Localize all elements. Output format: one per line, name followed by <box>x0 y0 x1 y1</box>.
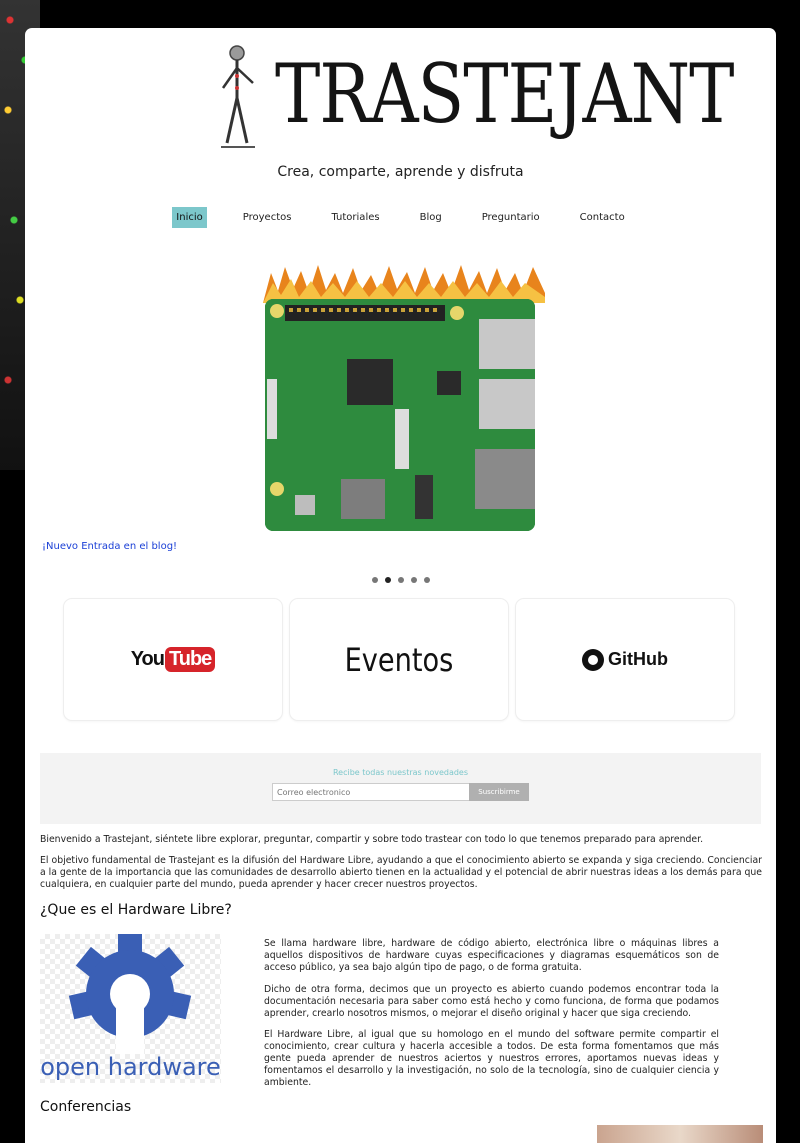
hardware-libre-heading: ¿Que es el Hardware Libre? <box>40 902 232 918</box>
robot-figure-icon <box>221 45 255 148</box>
github-label: GitHub <box>608 649 668 669</box>
nav-item-preguntario[interactable]: Preguntario <box>478 207 544 228</box>
subscribe-button[interactable]: Suscribirme <box>469 783 529 801</box>
eventos-card[interactable]: Eventos <box>289 598 509 721</box>
site-logo[interactable]: TRASTEJANT <box>215 43 734 153</box>
slider-image[interactable] <box>263 263 545 533</box>
open-hardware-logo: open hardware <box>40 934 221 1083</box>
slider-dot-2[interactable] <box>384 577 391 583</box>
slider-dot-5[interactable] <box>423 577 430 583</box>
conferencias-image[interactable] <box>597 1125 763 1143</box>
nav-item-contacto[interactable]: Contacto <box>576 207 629 228</box>
nav-item-inicio[interactable]: Inicio <box>172 207 207 228</box>
eventos-label: Eventos <box>344 640 454 679</box>
youtube-card[interactable]: You Tube <box>63 598 283 721</box>
open-hardware-text: open hardware <box>40 1053 221 1081</box>
slider-dot-1[interactable] <box>371 577 378 583</box>
youtube-logo-you: You <box>130 648 165 670</box>
hardware-paragraph-2: Dicho de otra forma, decimos que un proy… <box>264 984 719 1019</box>
hardware-paragraph-1: Se llama hardware libre, hardware de cód… <box>264 938 719 973</box>
raspberry-pi-board <box>265 299 535 531</box>
newsletter-box: Recibe todas nuestras novedades Suscribi… <box>40 753 761 824</box>
nav-item-proyectos[interactable]: Proyectos <box>239 207 296 228</box>
page-container: TRASTEJANT Crea, comparte, aprende y dis… <box>25 28 776 1143</box>
youtube-logo: You Tube <box>131 647 216 672</box>
youtube-logo-tube: Tube <box>165 647 216 672</box>
nav-item-blog[interactable]: Blog <box>416 207 446 228</box>
main-nav: Inicio Proyectos Tutoriales Blog Pregunt… <box>25 207 776 228</box>
board-graphic <box>265 299 535 531</box>
nav-item-tutoriales[interactable]: Tutoriales <box>327 207 383 228</box>
github-logo: GitHub <box>582 648 668 671</box>
github-icon <box>582 648 604 671</box>
github-card[interactable]: GitHub <box>515 598 735 721</box>
slider-dots <box>25 577 776 583</box>
conferencias-heading: Conferencias <box>40 1099 132 1115</box>
intro-paragraph-2: El objetivo fundamental de Trastejant es… <box>40 855 762 890</box>
site-tagline: Crea, comparte, aprende y disfruta <box>277 164 524 180</box>
slider-caption-link[interactable]: ¡Nuevo Entrada en el blog! <box>42 541 177 552</box>
newsletter-title: Recibe todas nuestras novedades <box>332 768 469 777</box>
hardware-paragraph-3: El Hardware Libre, al igual que su homol… <box>264 1029 719 1088</box>
slider-dot-3[interactable] <box>397 577 404 583</box>
email-input[interactable] <box>272 783 472 801</box>
flames-decoration <box>263 265 545 303</box>
logo-wordmark: TRASTEJANT <box>275 47 734 143</box>
intro-paragraph-1: Bienvenido a Trastejant, siéntete libre … <box>40 834 704 845</box>
gear-icon <box>68 934 192 1056</box>
slider-dot-4[interactable] <box>410 577 417 583</box>
